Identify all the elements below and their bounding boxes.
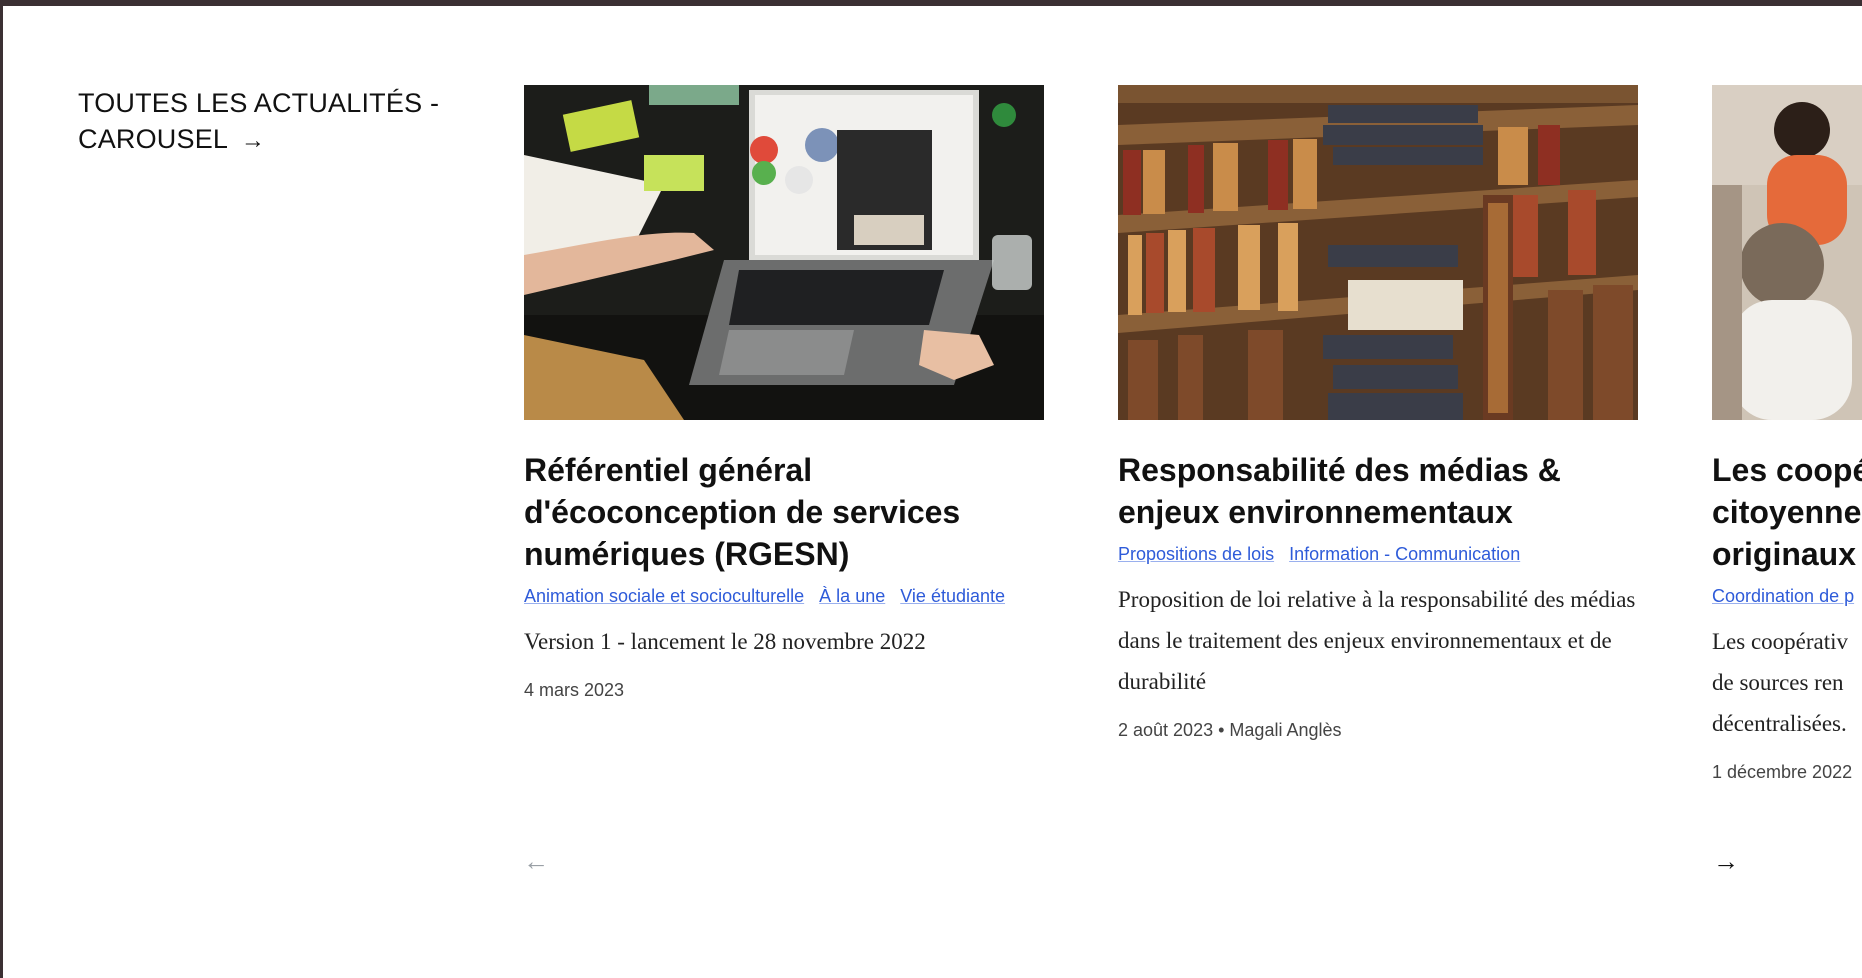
section-title-line1: TOUTES LES ACTUALITÉS - (78, 88, 440, 118)
tag-link[interactable]: Information - Communication (1289, 544, 1520, 564)
window-left-border (0, 0, 3, 978)
tag-link[interactable]: Vie étudiante (900, 586, 1005, 606)
carousel-prev-arrow-icon[interactable]: ← (522, 847, 550, 875)
news-card: Les coopé citoyenne originaux Coordination… (1712, 85, 1862, 783)
card-date: 1 décembre 2022 (1712, 762, 1853, 782)
card-title[interactable]: Référentiel général d'écoconception de s… (524, 449, 1044, 575)
section-title-line2: CAROUSEL (78, 124, 228, 154)
card-tags: Propositions de lois Information - Commu… (1118, 543, 1638, 565)
card-description: Proposition de loi relative à la respons… (1118, 587, 1636, 694)
all-news-link[interactable]: TOUTES LES ACTUALITÉS - CAROUSEL → (78, 85, 478, 159)
card-date: 4 mars 2023 (524, 680, 625, 700)
news-card: Référentiel général d'écoconception de s… (524, 85, 1044, 701)
card-title[interactable]: Les coopé citoyenne originaux (1712, 449, 1862, 575)
card-title[interactable]: Responsabilité des médias & enjeux envir… (1118, 449, 1638, 533)
card-author: Magali Anglès (1229, 720, 1342, 740)
card-tags: Coordination de p (1712, 585, 1862, 607)
window-top-border (0, 0, 1862, 6)
card-date: 2 août 2023 (1118, 720, 1214, 740)
tag-link[interactable]: À la une (819, 586, 885, 606)
arrow-right-icon: → (240, 127, 266, 154)
people-meeting-image[interactable] (1712, 85, 1862, 420)
meta-separator: • (1218, 720, 1230, 740)
card-meta: 1 décembre 2022 (1712, 762, 1862, 783)
tag-link[interactable]: Propositions de lois (1118, 544, 1274, 564)
card-meta: 2 août 2023 • Magali Anglès (1118, 720, 1638, 741)
card-meta: 4 mars 2023 (524, 680, 1044, 701)
laptop-workspace-image[interactable] (524, 85, 1044, 420)
card-description: Les coopérativ de sources ren décentralisé… (1712, 629, 1849, 736)
card-description: Version 1 - lancement le 28 novembre 202… (524, 629, 926, 654)
news-card: Responsabilité des médias & enjeux envir… (1118, 85, 1638, 741)
tag-link[interactable]: Animation sociale et socioculturelle (524, 586, 804, 606)
library-bookshelf-image[interactable] (1118, 85, 1638, 420)
tag-link[interactable]: Coordination de p (1712, 586, 1854, 606)
news-carousel: Référentiel général d'écoconception de s… (524, 85, 1862, 905)
card-tags: Animation sociale et socioculturelle À l… (524, 585, 1044, 607)
carousel-next-arrow-icon[interactable]: → (1712, 847, 1740, 875)
